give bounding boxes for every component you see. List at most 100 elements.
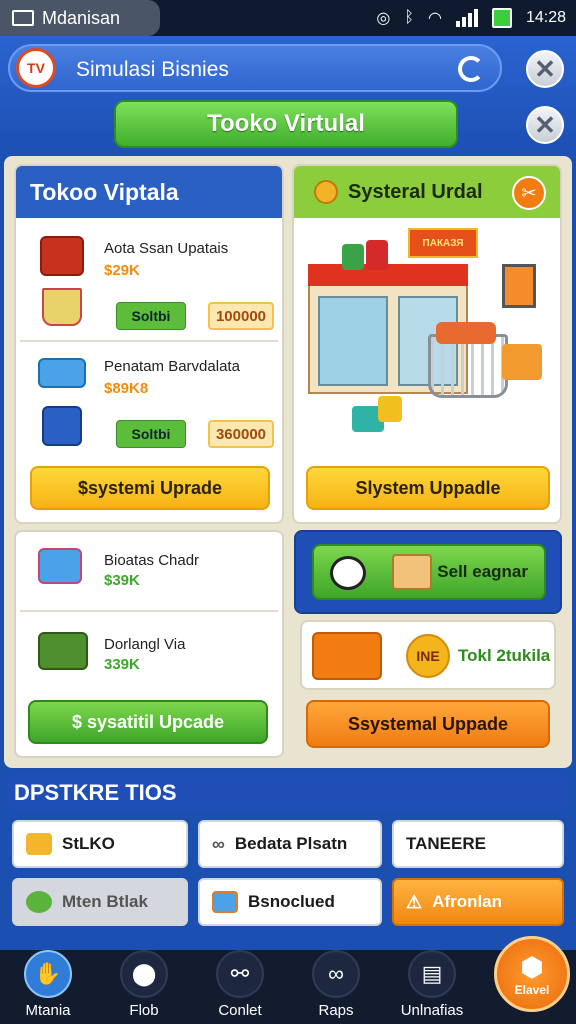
buy-button[interactable]: Soltbi (116, 420, 186, 448)
map-pin-icon: ⬤ (120, 950, 168, 998)
bottom-nav: ✋ Mtania ⬤ Flob ⚯ Conlet ∞ Raps ▤ Unlnaf… (0, 950, 576, 1024)
store-card: Tokoo Viptala Aota Ssan Upatais $29K Sol… (14, 164, 284, 524)
cart-icon (42, 288, 82, 326)
close-secondary-button[interactable]: ✕ (526, 106, 564, 144)
tools-icon[interactable]: ✂ (512, 176, 546, 210)
system-card: Systeral Urdal ✂ ПАКАЗЯ Slystem Uppadle (292, 164, 562, 524)
bluetooth-icon: ᛒ (404, 9, 414, 26)
tip-button[interactable]: TANEERE (392, 820, 564, 868)
tip-button[interactable]: Mten Btlak (12, 878, 188, 926)
system-upgrade-button[interactable]: Ssystemal Uppade (306, 700, 550, 748)
virtual-store-button[interactable]: Tooko Virtulal (114, 100, 458, 148)
nav-label: Unlnafias (400, 1002, 464, 1019)
item-name: Aota Ssan Upatais (104, 240, 229, 257)
status-bar: Mdanisan ◎ ᛒ ◠ 14:28 (0, 0, 576, 36)
item-name: Dorlangl Via (104, 636, 186, 653)
level-badge: INE (406, 634, 450, 678)
refresh-icon[interactable] (458, 56, 484, 82)
link-icon: ∞ (312, 950, 360, 998)
item-name: Bioatas Chadr (104, 552, 200, 569)
close-icon: ✕ (534, 53, 556, 84)
status-app-chip: Mdanisan (0, 0, 160, 36)
item-price: $89K8 (104, 380, 149, 397)
nav-featured-button[interactable]: ⬢ Elavel (494, 936, 570, 1012)
nav-featured-label: Elavel (514, 982, 550, 997)
nav-item-flob[interactable]: ⬤ Flob (96, 950, 192, 1024)
store-row[interactable]: INE Tokl 2tukila (300, 620, 556, 690)
piggy-icon (330, 556, 366, 590)
buy-button[interactable]: Soltbi (116, 302, 186, 330)
item-name: Penatam Barvdalata (104, 358, 240, 375)
sell-panel: Sell eagnar (294, 530, 562, 614)
nav-label: Raps (318, 1002, 354, 1019)
store-sign: ПАКАЗЯ (408, 228, 478, 258)
tip-label: Afronlan (432, 892, 503, 911)
battery-icon (491, 8, 512, 28)
tips-title: DPSTKRE TIOS (6, 772, 570, 812)
produce-basket-icon (502, 344, 542, 380)
store-row-label: Tokl 2tukila (458, 646, 551, 665)
tip-button[interactable]: ⚠ Afronlan (392, 878, 564, 926)
price-tag: 100000 (208, 302, 274, 330)
box-icon (26, 833, 52, 855)
item-price: $29K (104, 262, 140, 279)
upgrade-card: Bioatas Chadr $39K Dorlangl Via 339K $ s… (14, 530, 284, 758)
signal-icon (455, 9, 478, 27)
avatar-icon: ✋ (24, 950, 72, 998)
wifi-icon: ◠ (427, 10, 442, 27)
block-icon (378, 396, 402, 422)
app-header: TV Simulasi Bisnies ✕ Tooko Virtulal ✕ (0, 36, 576, 156)
person-pin-icon: ⬢ (520, 951, 544, 982)
system-upgrade-button[interactable]: $systemi Uprade (30, 466, 270, 510)
nav-label: Conlet (218, 1002, 262, 1019)
price-board-icon (502, 264, 536, 308)
safe-icon (42, 406, 82, 446)
close-icon: ✕ (534, 109, 556, 140)
status-icons: ◎ ᛒ ◠ 14:28 (376, 0, 566, 36)
coin-stack-icon (312, 632, 382, 680)
data-saver-icon: ◎ (376, 10, 391, 27)
list-item: Aota Ssan Upatais $29K Soltbi 100000 (20, 222, 278, 342)
store-card-title: Tokoo Viptala (16, 166, 282, 218)
crate-icon (40, 236, 84, 276)
coin-icon (314, 180, 338, 204)
title-bar: TV Simulasi Bisnies (8, 44, 502, 92)
plant-icon (342, 244, 364, 270)
item-price: 339K (104, 656, 140, 673)
tip-button[interactable]: StLKO (12, 820, 188, 868)
nav-label: Mtania (25, 1002, 71, 1019)
tip-label: Bsnoclued (248, 892, 335, 911)
nav-item-raps[interactable]: ∞ Raps (288, 950, 384, 1024)
nav-item-mtania[interactable]: ✋ Mtania (0, 950, 96, 1024)
cart-goods (436, 322, 496, 344)
store-window (318, 296, 388, 386)
main-panel: Tokoo Viptala Aota Ssan Upatais $29K Sol… (4, 156, 572, 768)
book-icon: ▤ (408, 950, 456, 998)
store-illustration: ПАКАЗЯ (302, 224, 554, 454)
network-icon: ⚯ (216, 950, 264, 998)
list-item: Penatam Barvdalata $89K8 Soltbi 360000 (20, 344, 278, 464)
wallet-icon (392, 554, 432, 590)
tip-label: TANEERE (406, 834, 486, 853)
card-icon (212, 891, 238, 913)
nav-item-unlnafias[interactable]: ▤ Unlnafias (384, 950, 480, 1024)
warning-icon: ⚠ (406, 891, 423, 912)
system-upgrade-button[interactable]: $ sysatitil Upcade (28, 700, 268, 744)
gift-icon (366, 240, 388, 270)
truck-icon (38, 632, 88, 670)
close-button[interactable]: ✕ (526, 50, 564, 88)
sell-button-label: Sell eagnar (437, 562, 528, 581)
tray-icon (38, 358, 86, 388)
tip-label: Bedata Plsatn (234, 834, 348, 853)
key-icon (26, 891, 52, 913)
system-upgrade-button[interactable]: Slystem Uppadle (306, 466, 550, 510)
link-icon: ∞ (212, 833, 225, 854)
list-item: Bioatas Chadr $39K (20, 532, 278, 612)
tip-label: StLKO (62, 834, 115, 853)
nav-item-conlet[interactable]: ⚯ Conlet (192, 950, 288, 1024)
tip-button[interactable]: Bsnoclued (198, 878, 382, 926)
nav-label: Flob (129, 1002, 159, 1019)
item-price: $39K (104, 572, 140, 589)
tip-button[interactable]: ∞ Bedata Plsatn (198, 820, 382, 868)
price-tag: 360000 (208, 420, 274, 448)
